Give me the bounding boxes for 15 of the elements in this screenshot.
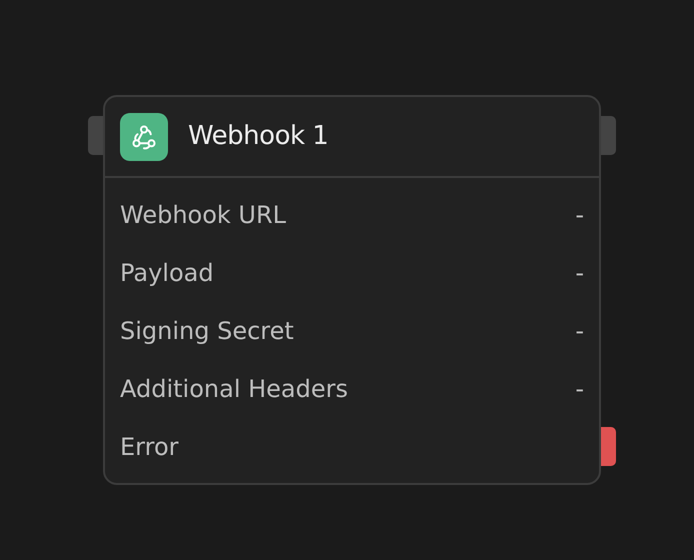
node-card[interactable]: Webhook 1 Webhook URL - Payload - Signing Secret - Additional Headers - Error [103,95,601,485]
field-label: Additional Headers [120,374,348,405]
input-handle[interactable] [88,116,103,155]
field-label: Payload [120,258,214,289]
field-value: - [575,316,584,347]
field-value: - [575,374,584,405]
field-label: Signing Secret [120,316,294,347]
field-value: - [575,200,584,231]
error-handle[interactable] [601,427,616,466]
output-handle[interactable] [601,116,616,155]
node-title: Webhook 1 [188,120,328,153]
webhook-icon [120,112,168,160]
field-label: Error [120,432,178,463]
field-label: Webhook URL [120,200,286,231]
field-value: - [575,258,584,289]
